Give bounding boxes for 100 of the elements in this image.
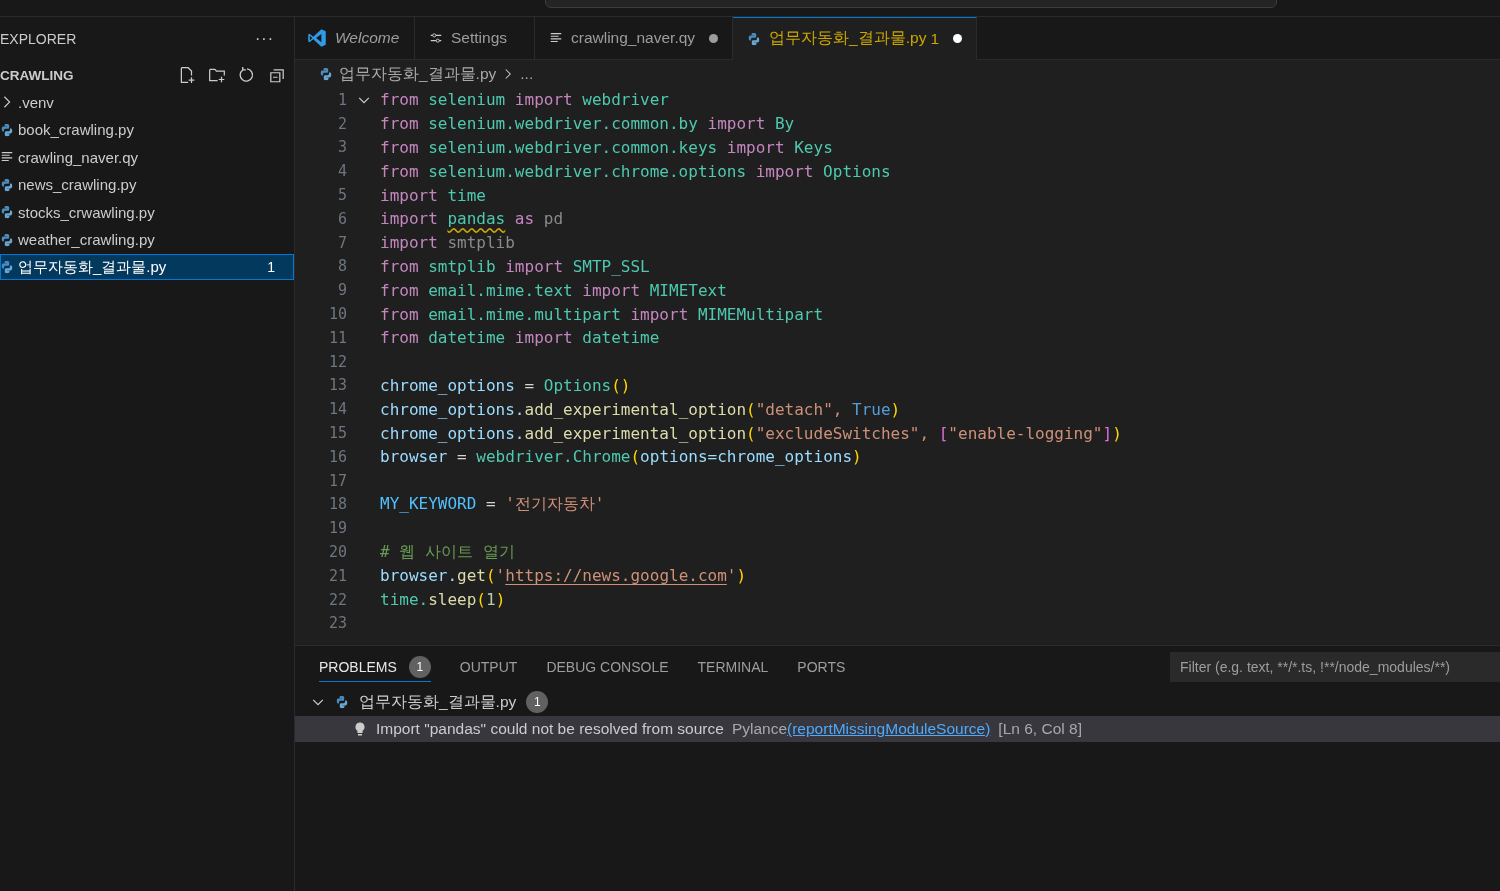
file-item[interactable]: .venv	[0, 89, 294, 115]
file-item[interactable]: stocks_crwawling.py	[0, 199, 294, 225]
editor-tab[interactable]: Settings	[415, 17, 535, 60]
vscode-logo-icon	[307, 28, 327, 48]
keyword: import	[629, 304, 689, 324]
keyword: from	[380, 328, 419, 348]
line-number: 1	[336, 90, 347, 109]
module-name: webdriver.Chrome	[476, 447, 631, 467]
panel-tab[interactable]: TERMINAL	[697, 652, 769, 682]
module-name: time.	[380, 590, 429, 610]
line-number: 18	[327, 495, 347, 514]
module-name: selenium.webdriver.common.by	[427, 114, 698, 134]
variable-name: browser	[380, 447, 448, 467]
unsaved-dot-icon[interactable]	[709, 33, 719, 43]
variable-name: chrome_options.	[380, 423, 525, 443]
new-folder-icon[interactable]	[208, 66, 226, 84]
file-item[interactable]: crawling_naver.qy	[0, 144, 294, 170]
lightbulb-icon[interactable]	[352, 721, 368, 737]
tab-label: PROBLEMS	[319, 658, 397, 675]
breadcrumb-more[interactable]: ...	[520, 65, 534, 83]
keyword: import	[380, 185, 438, 205]
variable-name: options=chrome_options	[640, 447, 853, 467]
keyword: import	[581, 280, 641, 300]
module-name: webdriver	[581, 90, 669, 110]
line-number: 3	[336, 138, 347, 157]
filter-field[interactable]: Filter (e.g. text, **/*.ts, !**/node_modules/**)	[1170, 652, 1500, 682]
keyword: import	[513, 90, 573, 110]
line-number: 20	[327, 543, 347, 562]
file-item[interactable]: book_crawling.py	[0, 116, 294, 143]
bracket: )	[495, 590, 506, 610]
folder-title[interactable]: CRAWLING	[0, 67, 74, 83]
module-name: MIMEText	[648, 280, 727, 300]
python-icon	[0, 232, 14, 247]
code-text: =	[484, 493, 497, 513]
module-name: selenium.webdriver.chrome.options	[427, 161, 747, 181]
bracket: (	[485, 566, 496, 586]
module-name: selenium.webdriver.common.keys	[427, 138, 718, 157]
problem-row[interactable]: Import "pandas" could not be resolved from source Pylance(reportMissingModuleSource) [Ln 6, Col 8]	[295, 716, 1500, 742]
unused-name: pd	[542, 209, 564, 229]
line-number: 21	[327, 566, 347, 585]
url-link[interactable]: https://news.google.com	[505, 566, 727, 586]
sliders-icon	[429, 31, 443, 45]
rule-link[interactable]: (reportMissingModuleSource)	[787, 720, 991, 738]
tab-label: crawling_naver.qy	[571, 29, 696, 47]
line-number: 2	[336, 114, 347, 133]
number-literal: 1	[486, 590, 496, 610]
module-name: Options	[822, 161, 891, 181]
lines-icon	[549, 31, 563, 45]
python-icon	[0, 205, 14, 219]
unsaved-dot-icon[interactable]	[953, 34, 962, 43]
file-item[interactable]: 업무자동화_결과물.py 1	[0, 254, 294, 280]
bracket: ()	[611, 375, 631, 395]
tab-label: 업무자동화_결과물.py	[769, 28, 927, 48]
code-comment: # 웹 사이트 열기	[380, 541, 515, 561]
line-number: 9	[336, 281, 347, 300]
function-name: get	[457, 566, 486, 586]
bracket: ]	[1102, 423, 1113, 443]
editor-tab[interactable]: 업무자동화_결과물.py 1	[733, 17, 977, 60]
collapse-all-icon[interactable]	[268, 66, 286, 84]
module-name: datetime	[581, 328, 660, 348]
new-file-icon[interactable]	[178, 66, 196, 84]
function-name: add_experimental_option	[524, 423, 747, 443]
file-name: weather_crawling.py	[18, 231, 156, 248]
line-number: 15	[327, 424, 347, 443]
refresh-icon[interactable]	[238, 66, 256, 84]
bracket: (	[476, 590, 486, 610]
line-number: 8	[336, 257, 347, 276]
bracket: (	[746, 399, 756, 419]
tab-label: OUTPUT	[459, 658, 518, 675]
keyword: import	[513, 328, 573, 348]
file-item[interactable]: news_crawling.py	[0, 171, 294, 198]
variable-name: browser.	[380, 566, 458, 586]
variable-name: chrome_options	[380, 375, 515, 395]
tab-label: Welcome	[335, 29, 400, 47]
keyword: from	[380, 90, 419, 110]
keyword: import	[380, 209, 439, 229]
keyword: import	[725, 138, 785, 157]
panel-tab[interactable]: PROBLEMS 1	[319, 652, 431, 682]
more-button[interactable]: ···	[255, 30, 274, 48]
bracket: )	[890, 399, 901, 419]
problem-count: 1	[267, 259, 275, 275]
unused-name: smtplib	[446, 233, 515, 253]
panel-tab[interactable]: DEBUG CONSOLE	[546, 652, 669, 682]
file-name: news_crawling.py	[18, 176, 138, 193]
panel-tab[interactable]: OUTPUT	[459, 652, 518, 682]
string-literal: '	[726, 566, 737, 586]
problem-location: [Ln 6, Col 8]	[998, 720, 1082, 738]
function-name: sleep	[428, 590, 477, 610]
keyword: from	[380, 280, 419, 300]
lines-icon	[0, 150, 14, 164]
file-item[interactable]: weather_crawling.py	[0, 226, 294, 253]
editor-tab[interactable]: Welcome	[295, 17, 415, 60]
bracket: (	[746, 423, 756, 443]
panel-tab[interactable]: PORTS	[797, 652, 846, 682]
breadcrumb-file[interactable]: 업무자동화_결과물.py	[339, 63, 497, 85]
bracket: )	[852, 447, 862, 467]
file-name[interactable]: 업무자동화_결과물.py	[359, 691, 517, 713]
line-number: 12	[327, 352, 347, 371]
keyword: from	[380, 114, 419, 134]
tab-label: TERMINAL	[697, 658, 769, 675]
